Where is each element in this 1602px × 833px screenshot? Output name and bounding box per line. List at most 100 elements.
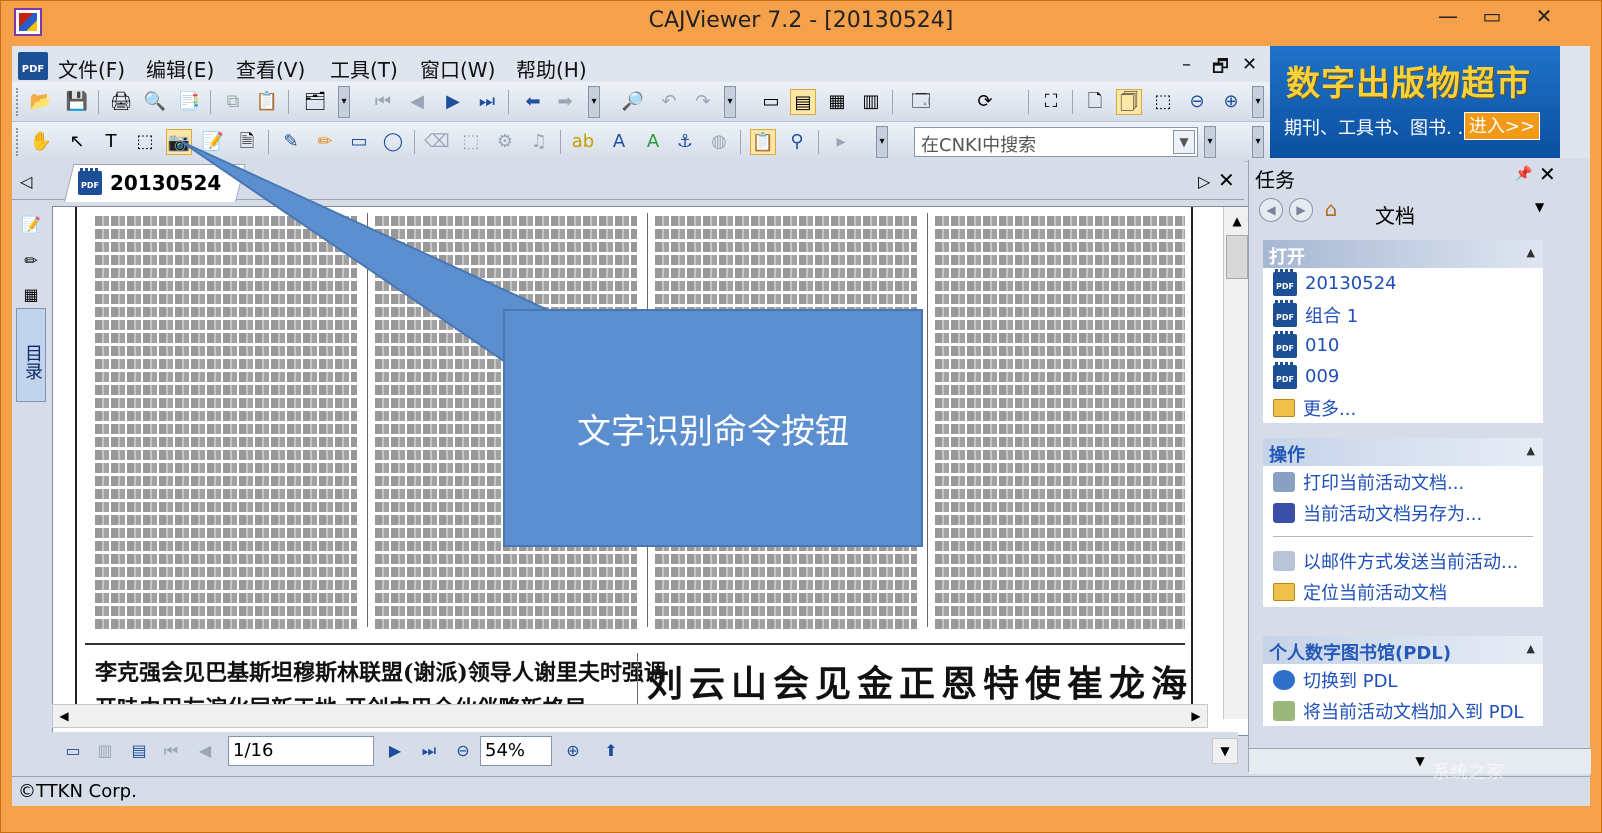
pen-icon[interactable]: ✎ (278, 129, 304, 155)
hand-tool-icon[interactable]: ✋ (28, 129, 54, 155)
switch-pdl-link[interactable]: 切换到 PDL (1263, 664, 1543, 695)
toolbar-overflow-chevron[interactable]: ▾ (1204, 126, 1216, 158)
page-setup-icon[interactable]: 📑 (176, 89, 202, 115)
full-screen-icon[interactable]: ⛶ (1038, 89, 1064, 115)
mdi-minimize-button[interactable]: – (1182, 54, 1191, 75)
back-icon[interactable]: ◀ (1259, 198, 1283, 222)
select-image-icon[interactable]: ⬚ (132, 129, 158, 155)
scroll-right-icon[interactable]: ▶ (1185, 705, 1207, 727)
task-pane-scroll-down[interactable]: ▼ (1249, 748, 1591, 774)
print-icon[interactable]: 🖨 (108, 89, 134, 115)
rotate-menu-icon[interactable]: ⟳ (972, 89, 998, 115)
link-icon[interactable]: ⚲ (784, 129, 810, 155)
menu-tools[interactable]: 工具(T) (330, 54, 398, 83)
select-text-icon[interactable]: T (98, 129, 124, 155)
play-icon[interactable]: ▸ (828, 129, 854, 155)
toolbar-overflow-chevron[interactable]: ▾ (588, 86, 600, 118)
close-tab-icon[interactable]: ✕ (1218, 168, 1235, 192)
thumbnail-panel-icon[interactable]: ▦ (18, 282, 44, 308)
horizontal-scrollbar[interactable]: ◀ ▶ (52, 704, 1208, 728)
back-icon[interactable]: ⬅ (520, 89, 546, 115)
menu-view[interactable]: 查看(V) (236, 54, 305, 83)
last-page-icon[interactable]: ⏭ (474, 89, 500, 115)
mdi-close-button[interactable]: ✕ (1242, 54, 1257, 75)
eraser-icon[interactable]: ⌫ (424, 129, 450, 155)
next-page-icon[interactable]: ▶ (382, 738, 408, 764)
toolbar-overflow-chevron[interactable]: ▾ (1252, 126, 1264, 158)
first-page-icon[interactable]: ⏮ (158, 738, 184, 764)
vertical-scrollbar[interactable]: ▲ (1223, 207, 1249, 719)
tab-scroll-left-icon[interactable]: ◁ (20, 172, 32, 191)
ad-scrollbar[interactable] (1560, 46, 1590, 158)
save-as-link[interactable]: 当前活动文档另存为... (1263, 497, 1543, 528)
toolbar-overflow-chevron[interactable]: ▾ (724, 86, 736, 118)
operations-panel-header[interactable]: 操作 ▲ (1263, 438, 1543, 466)
zoom-in-icon[interactable]: ⊕ (560, 738, 586, 764)
scroll-down-icon[interactable]: ▼ (1212, 738, 1238, 764)
maximize-button[interactable]: ▭ (1470, 0, 1514, 34)
grid-view-icon[interactable]: ▦ (824, 89, 850, 115)
paste-icon[interactable]: 📋 (254, 89, 280, 115)
chevron-down-icon[interactable]: ▼ (1535, 200, 1544, 214)
strikeout-text-icon[interactable]: A (606, 129, 632, 155)
fit-width-icon[interactable]: ⬚ (1150, 89, 1176, 115)
copy-icon[interactable]: ⧉ (220, 89, 246, 115)
facing-pages-icon[interactable]: ▥ (858, 89, 884, 115)
zoom-out-icon[interactable]: ⊖ (1184, 89, 1210, 115)
zoom-out-icon[interactable]: ⊖ (450, 738, 476, 764)
last-page-icon[interactable]: ⏭ (416, 738, 442, 764)
forward-icon[interactable]: ➡ (552, 89, 578, 115)
collapse-icon[interactable]: ▲ (1527, 642, 1535, 655)
page-number-input[interactable]: 1/16 (228, 736, 374, 766)
previous-page-icon[interactable]: ◀ (404, 89, 430, 115)
vertical-scroll-thumb[interactable] (1226, 235, 1248, 279)
anchor-icon[interactable]: ⚓ (672, 129, 698, 155)
recent-file-item[interactable]: PDF 组合 1 (1263, 299, 1543, 330)
toc-side-tab[interactable]: 目录 (16, 308, 46, 402)
fit-page-icon[interactable]: 🗍 (1116, 89, 1142, 115)
ad-banner[interactable]: 数字出版物超市 期刊、工具书、图书. . . 进入>> (1270, 46, 1560, 158)
more-files-link[interactable]: 更多... (1263, 392, 1543, 423)
single-page-view-icon[interactable]: ▭ (60, 738, 86, 764)
cnki-search-input[interactable]: 在CNKI中搜索 ▼ (914, 127, 1198, 157)
rectangle-icon[interactable]: ▭ (346, 129, 372, 155)
task-nav-label[interactable]: 文档 (1375, 200, 1415, 229)
properties-icon[interactable]: 🗂 (302, 89, 328, 115)
stamp-icon[interactable]: ⚙ (492, 129, 518, 155)
menu-file[interactable]: 文件(F) (58, 54, 125, 83)
underline-text-icon[interactable]: A (640, 129, 666, 155)
recent-file-item[interactable]: PDF 010 (1263, 330, 1543, 361)
toolbar-grip[interactable] (16, 128, 20, 156)
collapse-icon[interactable]: ▲ (1527, 444, 1535, 457)
copy-image-icon[interactable]: 🗎 (234, 129, 260, 155)
continuous-view-icon[interactable]: ▤ (126, 738, 152, 764)
task-pane-close-icon[interactable]: ✕ (1539, 162, 1556, 186)
scroll-left-icon[interactable]: ◀ (53, 705, 75, 727)
scroll-up-icon[interactable]: ▲ (1224, 209, 1249, 233)
print-preview-icon[interactable]: 🔍 (142, 89, 168, 115)
toolbar-overflow-chevron[interactable]: ▾ (1252, 86, 1264, 118)
text-recognition-icon[interactable]: 📷 (166, 129, 192, 155)
pdl-panel-header[interactable]: 个人数字图书馆(PDL) ▲ (1263, 636, 1543, 664)
audio-icon[interactable]: ♫ (526, 129, 552, 155)
undo-icon[interactable]: ↶ (656, 89, 682, 115)
forward-icon[interactable]: ▶ (1289, 198, 1313, 222)
single-page-icon[interactable]: ▭ (758, 89, 784, 115)
ad-enter-button[interactable]: 进入>> (1464, 112, 1540, 140)
toolbar-overflow-chevron[interactable]: ▾ (338, 86, 350, 118)
tab-20130524[interactable]: PDF 20130524 (78, 166, 221, 200)
first-page-icon[interactable]: ⏮ (370, 89, 396, 115)
go-up-icon[interactable]: ⬆ (598, 738, 624, 764)
notes-panel-icon[interactable]: 📝 (18, 212, 44, 238)
recent-file-item[interactable]: PDF 009 (1263, 361, 1543, 392)
menu-help[interactable]: 帮助(H) (516, 54, 587, 83)
find-icon[interactable]: 🔎 (620, 89, 646, 115)
locate-document-link[interactable]: 定位当前活动文档 (1263, 576, 1543, 607)
mdi-restore-button[interactable]: 🗗 (1212, 54, 1229, 84)
chevron-down-icon[interactable]: ▼ (1173, 130, 1195, 154)
continuous-page-icon[interactable]: ▤ (790, 89, 816, 115)
save-icon[interactable]: 💾 (64, 89, 90, 115)
collapse-icon[interactable]: ▲ (1527, 246, 1535, 259)
print-document-link[interactable]: 打印当前活动文档... (1263, 466, 1543, 497)
ellipse-icon[interactable]: ◯ (380, 129, 406, 155)
